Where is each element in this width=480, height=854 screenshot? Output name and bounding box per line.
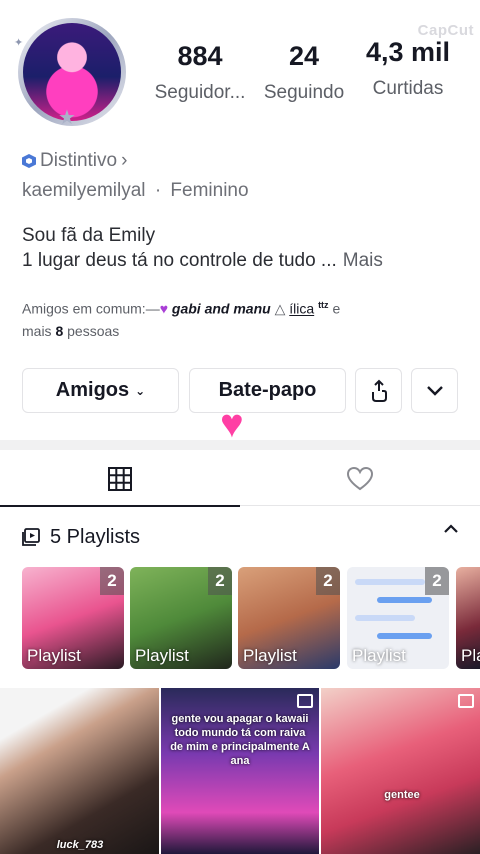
mutual-friends[interactable]: Amigos em comum:—♥ gabi and manu △ ílica… [22,294,462,342]
share-hand-icon [371,379,387,402]
likes-label: Curtidas [372,78,444,99]
chat-bubble-line [377,597,432,603]
playlists-title: 5 Playlists [50,525,141,548]
bio: Sou fã da Emily 1 lugar deus tá no contr… [22,223,383,273]
bio-more-link[interactable]: Mais [343,250,383,271]
post-caption: luck_783 [56,839,104,851]
grid-icon [108,467,132,491]
sparkle-icon: ✦ [14,37,24,49]
image-post-icon [297,694,313,708]
playlist-count: 2 [208,567,232,595]
triangle-icon: △ [274,300,286,317]
share-button[interactable] [355,368,402,413]
heart-outline-icon [346,466,374,491]
chevron-down-icon: ⌄ [135,383,146,398]
mutual-prefix: Amigos em comum: [22,300,146,317]
video-post[interactable]: luck_783 [0,688,159,854]
pink-heart-sticker-icon: ♥ [220,402,244,446]
video-post[interactable]: gente vou apagar o kawaii todo mundo tá … [161,688,319,854]
likes-count: 4,3 mil [365,37,451,67]
bio-line-1: Sou fã da Emily [22,225,156,246]
chat-bubble-line [355,615,415,621]
more-text: mais [22,322,52,339]
playlist-name: Playlist [243,646,297,665]
post-caption: gentee [384,789,420,801]
playlist-card[interactable]: Pla [456,567,480,669]
post-caption: gente vou apagar o kawaii todo mundo tá … [170,713,310,767]
friend-name-1: gabi and manu [171,300,271,317]
following-stat[interactable]: 24 Seguindo [258,40,350,106]
section-divider [0,440,480,450]
star-icon: ★ [58,107,76,129]
separator: · [154,180,162,201]
playlist-card[interactable]: 2 Playlist [22,567,124,669]
and-text: e [332,300,341,317]
friends-button[interactable]: Amigos ⌄ [22,368,179,413]
tab-liked[interactable] [240,452,480,506]
playlist-card[interactable]: 2 Playlist [130,567,232,669]
likes-stat[interactable]: 4,3 mil Curtidas [358,36,458,102]
people-text: pessoas [67,322,120,339]
more-count: 8 [55,322,64,339]
image-post-icon [458,694,474,708]
chat-button-label: Bate-papo [218,379,317,401]
content-tabs [0,452,480,507]
chevron-right-icon: › [121,150,128,171]
playlists-header[interactable]: 5 Playlists [22,522,462,552]
followers-label: Seguidor... [154,82,246,103]
chat-button[interactable]: Bate-papo [189,368,346,413]
username: kaemilyemilyal [22,180,146,201]
chevron-down-icon [426,385,443,396]
video-post[interactable]: gentee [321,688,480,854]
bio-line-2: 1 lugar deus tá no controle de tudo ... [22,250,337,271]
tab-videos[interactable] [0,452,240,507]
playlist-card[interactable]: 2 Playlist [238,567,340,669]
followers-stat[interactable]: 884 Seguidor... [148,40,252,106]
user-info: kaemilyemilyal · Feminino [22,180,249,202]
chat-bubble-line [355,579,425,585]
purple-heart-icon: ♥ [159,300,169,317]
badge-icon [22,154,36,168]
badge-label: Distintivo [40,150,118,171]
following-count: 24 [288,41,320,71]
playlist-name: Playlist [352,646,406,665]
playlist-name: Pla [461,646,480,665]
more-options-button[interactable] [411,368,458,413]
playlist-icon [22,528,40,546]
playlist-name: Playlist [135,646,189,665]
followers-count: 884 [177,41,223,71]
playlist-name: Playlist [27,646,81,665]
profile-avatar[interactable]: ★ ✦ [14,14,130,130]
chevron-up-icon[interactable] [444,524,458,534]
dash-decoration-icon: — [145,300,160,317]
chat-bubble-line [377,633,432,639]
playlist-count: 2 [425,567,449,595]
playlist-count: 2 [100,567,124,595]
gender: Feminino [170,180,249,201]
following-label: Seguindo [263,82,345,103]
playlist-count: 2 [316,567,340,595]
friend-name-2-suffix: ttz [318,300,329,310]
playlist-card[interactable]: 2 Playlist [347,567,449,669]
badge-link[interactable]: Distintivo › [22,150,127,172]
friend-name-2: ílica [289,300,315,317]
friends-button-label: Amigos [55,379,130,401]
